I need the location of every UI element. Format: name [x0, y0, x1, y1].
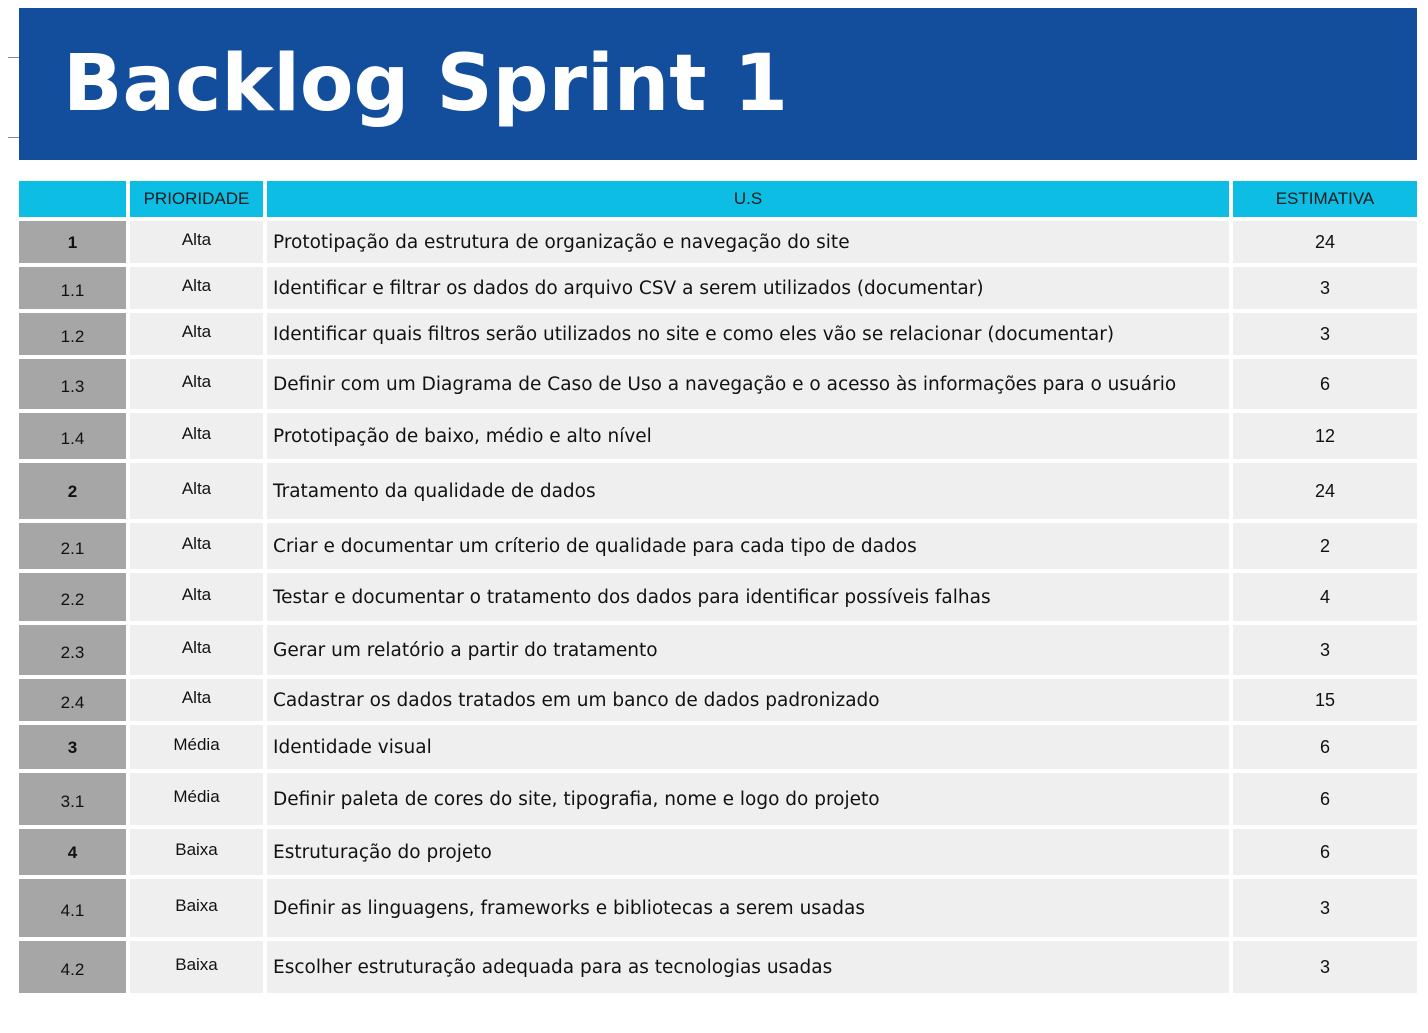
table-row: 2 Alta Tratamento da qualidade de dados 24 — [19, 463, 1417, 519]
table-row: 2.3 Alta Gerar um relatório a partir do tr… — [19, 625, 1417, 675]
header-priority: PRIORIDADE — [130, 181, 263, 217]
row-estimate: 3 — [1233, 267, 1417, 309]
row-id: 2.4 — [19, 679, 126, 721]
row-user-story: Cadastrar os dados tratados em um banco … — [267, 679, 1229, 721]
row-priority: Alta — [130, 267, 263, 309]
table-row: 3.1 Média Definir paleta de cores do site,… — [19, 773, 1417, 825]
row-priority: Alta — [130, 221, 263, 263]
title-banner: Backlog Sprint 1 — [19, 8, 1417, 160]
row-estimate: 3 — [1233, 625, 1417, 675]
page-title: Backlog Sprint 1 — [63, 39, 788, 129]
header-estimate: ESTIMATIVA — [1233, 181, 1417, 217]
table-row: 1.4 Alta Prototipação de baixo, médio e al… — [19, 413, 1417, 459]
row-priority: Baixa — [130, 829, 263, 875]
row-user-story: Identidade visual — [267, 725, 1229, 769]
row-id: 2 — [19, 463, 126, 519]
header-us: U.S — [267, 181, 1229, 217]
row-user-story: Tratamento da qualidade de dados — [267, 463, 1229, 519]
row-priority: Baixa — [130, 879, 263, 937]
row-estimate: 6 — [1233, 725, 1417, 769]
row-user-story: Definir com um Diagrama de Caso de Uso a… — [267, 359, 1229, 409]
row-priority: Alta — [130, 523, 263, 569]
row-estimate: 6 — [1233, 359, 1417, 409]
row-estimate: 2 — [1233, 523, 1417, 569]
row-id: 2.1 — [19, 523, 126, 569]
table-header-row: PRIORIDADE U.S ESTIMATIVA — [19, 181, 1417, 217]
row-estimate: 6 — [1233, 773, 1417, 825]
row-id: 1.1 — [19, 267, 126, 309]
row-estimate: 15 — [1233, 679, 1417, 721]
row-priority: Alta — [130, 359, 263, 409]
row-user-story: Prototipação de baixo, médio e alto níve… — [267, 413, 1229, 459]
backlog-table: PRIORIDADE U.S ESTIMATIVA 1 Alta Prototipa… — [19, 181, 1417, 997]
row-priority: Alta — [130, 313, 263, 355]
row-user-story: Identificar e filtrar os dados do arquiv… — [267, 267, 1229, 309]
row-priority: Média — [130, 725, 263, 769]
table-row: 1.2 Alta Identificar quais filtros serão u… — [19, 313, 1417, 355]
row-id: 1 — [19, 221, 126, 263]
row-id: 4.2 — [19, 941, 126, 993]
table-row: 1.3 Alta Definir com um Diagrama de Caso d… — [19, 359, 1417, 409]
row-user-story: Identificar quais filtros serão utilizad… — [267, 313, 1229, 355]
table-row: 3 Média Identidade visual 6 — [19, 725, 1417, 769]
row-priority: Alta — [130, 573, 263, 621]
row-estimate: 6 — [1233, 829, 1417, 875]
row-id: 4.1 — [19, 879, 126, 937]
row-estimate: 24 — [1233, 463, 1417, 519]
row-user-story: Definir as linguagens, frameworks e bibl… — [267, 879, 1229, 937]
row-estimate: 12 — [1233, 413, 1417, 459]
row-user-story: Testar e documentar o tratamento dos dad… — [267, 573, 1229, 621]
row-id: 4 — [19, 829, 126, 875]
row-user-story: Estruturação do projeto — [267, 829, 1229, 875]
row-priority: Baixa — [130, 941, 263, 993]
row-estimate: 4 — [1233, 573, 1417, 621]
table-row: 1.1 Alta Identificar e filtrar os dados do… — [19, 267, 1417, 309]
row-user-story: Definir paleta de cores do site, tipogra… — [267, 773, 1229, 825]
row-estimate: 3 — [1233, 313, 1417, 355]
row-priority: Alta — [130, 679, 263, 721]
row-id: 3.1 — [19, 773, 126, 825]
table-row: 4.1 Baixa Definir as linguagens, framework… — [19, 879, 1417, 937]
row-priority: Alta — [130, 625, 263, 675]
row-estimate: 3 — [1233, 879, 1417, 937]
margin-mark-bottom — [8, 137, 19, 138]
table-row: 4.2 Baixa Escolher estruturação adequada p… — [19, 941, 1417, 993]
row-id: 2.2 — [19, 573, 126, 621]
header-id — [19, 181, 126, 217]
table-row: 2.2 Alta Testar e documentar o tratamento … — [19, 573, 1417, 621]
row-id: 3 — [19, 725, 126, 769]
row-priority: Alta — [130, 463, 263, 519]
table-row: 2.4 Alta Cadastrar os dados tratados em um… — [19, 679, 1417, 721]
row-user-story: Prototipação da estrutura de organização… — [267, 221, 1229, 263]
row-user-story: Gerar um relatório a partir do tratament… — [267, 625, 1229, 675]
row-id: 1.4 — [19, 413, 126, 459]
row-priority: Alta — [130, 413, 263, 459]
row-id: 1.2 — [19, 313, 126, 355]
row-user-story: Escolher estruturação adequada para as t… — [267, 941, 1229, 993]
row-priority: Média — [130, 773, 263, 825]
row-id: 1.3 — [19, 359, 126, 409]
row-estimate: 24 — [1233, 221, 1417, 263]
row-id: 2.3 — [19, 625, 126, 675]
table-body: 1 Alta Prototipação da estrutura de organi… — [19, 221, 1417, 993]
row-estimate: 3 — [1233, 941, 1417, 993]
row-user-story: Criar e documentar um críterio de qualid… — [267, 523, 1229, 569]
table-row: 1 Alta Prototipação da estrutura de organi… — [19, 221, 1417, 263]
table-row: 2.1 Alta Criar e documentar um críterio de… — [19, 523, 1417, 569]
table-row: 4 Baixa Estruturação do projeto 6 — [19, 829, 1417, 875]
margin-mark-top — [8, 57, 19, 58]
